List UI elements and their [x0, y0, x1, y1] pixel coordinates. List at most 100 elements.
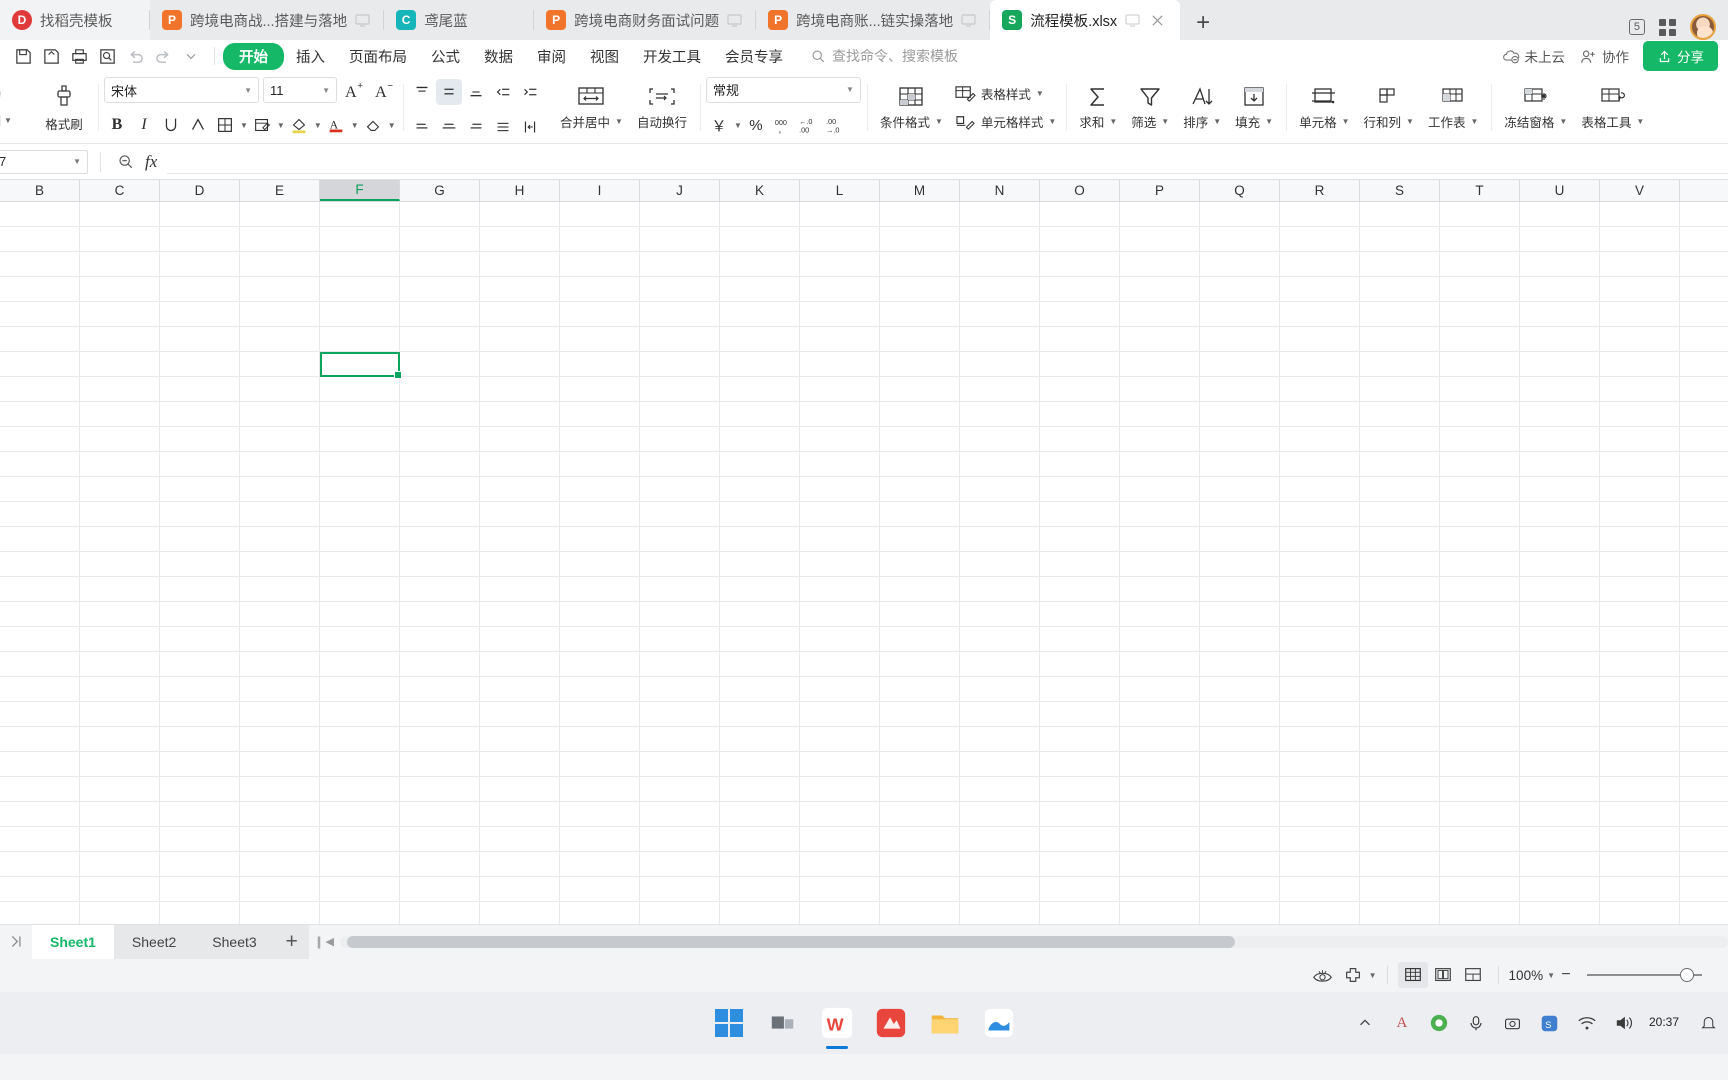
grid-cell[interactable] — [1040, 702, 1120, 726]
grid-cell[interactable] — [1440, 627, 1520, 651]
grid-cell[interactable] — [400, 252, 480, 276]
grid-row[interactable] — [0, 627, 1728, 652]
grid-row[interactable] — [0, 852, 1728, 877]
grid-cell[interactable] — [400, 852, 480, 876]
grid-cell[interactable] — [320, 577, 400, 601]
wrap-text-button[interactable]: 自动换行 — [630, 77, 694, 139]
chevron-down-icon[interactable]: ▼ — [1109, 117, 1117, 126]
grid-cell[interactable] — [880, 752, 960, 776]
increase-font-size-button[interactable]: A + — [341, 77, 367, 103]
grid-cell[interactable] — [560, 702, 640, 726]
filter-button[interactable]: 筛选 ▼ — [1124, 77, 1176, 139]
grid-cell[interactable] — [1360, 602, 1440, 626]
grid-cell[interactable] — [0, 277, 80, 301]
grid-row[interactable] — [0, 452, 1728, 477]
grid-cell[interactable] — [800, 802, 880, 826]
grid-cell[interactable] — [960, 552, 1040, 576]
grid-cell[interactable] — [320, 552, 400, 576]
grid-cell[interactable] — [640, 877, 720, 901]
grid-row[interactable] — [0, 302, 1728, 327]
grid-cell[interactable] — [320, 677, 400, 701]
grid-cell[interactable] — [1120, 877, 1200, 901]
grid-cell[interactable] — [1360, 902, 1440, 924]
grid-cell[interactable] — [640, 402, 720, 426]
grid-cell[interactable] — [800, 477, 880, 501]
grid-cell[interactable] — [1600, 727, 1680, 751]
grid-cell[interactable] — [1440, 377, 1520, 401]
grid-cell[interactable] — [400, 477, 480, 501]
grid-cell[interactable] — [0, 527, 80, 551]
grid-cell[interactable] — [1360, 727, 1440, 751]
page-layout-icon[interactable] — [1338, 962, 1368, 988]
tab-page-layout[interactable]: 页面布局 — [337, 43, 419, 70]
chevron-down-icon[interactable]: ▼ — [388, 121, 396, 130]
grid-cell[interactable] — [240, 277, 320, 301]
column-header-B[interactable]: B — [0, 180, 80, 201]
grid-cell[interactable] — [1440, 277, 1520, 301]
grid-cell[interactable] — [1280, 402, 1360, 426]
grid-cell[interactable] — [560, 727, 640, 751]
grid-row[interactable] — [0, 402, 1728, 427]
grid-cell[interactable] — [80, 752, 160, 776]
grid-cell[interactable] — [800, 702, 880, 726]
grid-row[interactable] — [0, 277, 1728, 302]
grid-cell[interactable] — [960, 502, 1040, 526]
grid-cell[interactable] — [1520, 552, 1600, 576]
grid-cell[interactable] — [240, 702, 320, 726]
grid-cell[interactable] — [1200, 527, 1280, 551]
grid-cell[interactable] — [800, 302, 880, 326]
grid-cell[interactable] — [80, 852, 160, 876]
grid-cell[interactable] — [1120, 677, 1200, 701]
grid-cell[interactable] — [1200, 652, 1280, 676]
grid-cell[interactable] — [800, 427, 880, 451]
grid-cell[interactable] — [480, 877, 560, 901]
grid-cell[interactable] — [1360, 377, 1440, 401]
merge-center-button[interactable]: 合并居中 ▼ — [553, 77, 630, 139]
grid-cell[interactable] — [1440, 702, 1520, 726]
grid-cell[interactable] — [1600, 552, 1680, 576]
grid-cell[interactable] — [640, 627, 720, 651]
font-size-select[interactable]: 11 ▼ — [263, 77, 337, 103]
grid-cell[interactable] — [1520, 452, 1600, 476]
sheet-tab-sheet2[interactable]: Sheet2 — [113, 924, 195, 959]
grid-cell[interactable] — [1600, 627, 1680, 651]
grid-cell[interactable] — [720, 777, 800, 801]
grid-cell[interactable] — [240, 602, 320, 626]
grid-cell[interactable] — [560, 677, 640, 701]
grid-cell[interactable] — [320, 277, 400, 301]
grid-cell[interactable] — [720, 877, 800, 901]
grid-cell[interactable] — [880, 802, 960, 826]
grid-cell[interactable] — [1120, 627, 1200, 651]
grid-cell[interactable] — [560, 277, 640, 301]
grid-row[interactable] — [0, 602, 1728, 627]
grid-cell[interactable] — [480, 552, 560, 576]
grid-cell[interactable] — [880, 327, 960, 351]
grid-cell[interactable] — [560, 802, 640, 826]
grid-cell[interactable] — [240, 552, 320, 576]
grid-cell[interactable] — [1040, 652, 1120, 676]
grid-cell[interactable] — [1280, 577, 1360, 601]
grid-cell[interactable] — [1440, 777, 1520, 801]
horizontal-scrollbar-track[interactable] — [339, 935, 1728, 948]
grid-cell[interactable] — [1120, 752, 1200, 776]
cast-icon[interactable] — [1125, 13, 1140, 27]
grid-cell[interactable] — [0, 827, 80, 851]
grid-cell[interactable] — [480, 727, 560, 751]
grid-cell[interactable] — [1360, 827, 1440, 851]
grid-cell[interactable] — [1440, 477, 1520, 501]
grid-cell[interactable] — [640, 202, 720, 226]
grid-cell[interactable] — [720, 852, 800, 876]
grid-cell[interactable] — [80, 602, 160, 626]
grid-cell[interactable] — [160, 277, 240, 301]
grid-cell[interactable] — [0, 477, 80, 501]
grid-cell[interactable] — [400, 652, 480, 676]
grid-cell[interactable] — [720, 227, 800, 251]
grid-cell[interactable] — [1040, 752, 1120, 776]
grid-cell[interactable] — [1280, 452, 1360, 476]
grid-cell[interactable] — [1520, 577, 1600, 601]
grid-cell[interactable] — [1200, 627, 1280, 651]
grid-cell[interactable] — [800, 527, 880, 551]
grid-cell[interactable] — [1120, 777, 1200, 801]
grid-cell[interactable] — [1360, 202, 1440, 226]
grid-cell[interactable] — [880, 827, 960, 851]
